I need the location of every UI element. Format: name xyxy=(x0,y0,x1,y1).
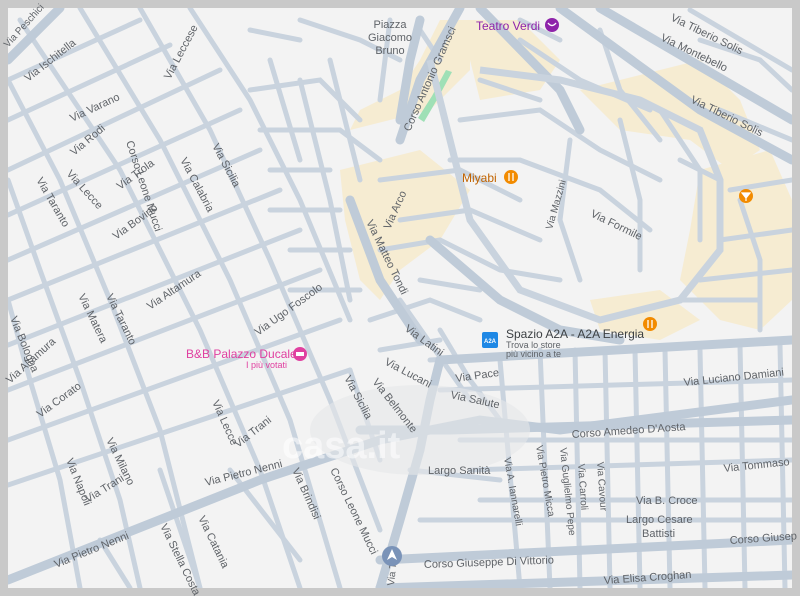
location-marker[interactable] xyxy=(382,546,402,566)
largo-sanita-label: Largo Sanità xyxy=(428,465,491,477)
poi-sublabel: Trova lo store più vicino a te xyxy=(506,340,561,359)
poi-label: B&B Palazzo Ducale xyxy=(186,347,297,361)
svg-text:A2A: A2A xyxy=(484,339,497,345)
poi-sublabel: I più votati xyxy=(246,360,287,370)
restaurant-icon xyxy=(643,317,657,331)
poi-restaurant-2[interactable] xyxy=(643,317,657,331)
watermark-text: casa.it xyxy=(282,425,401,467)
street-label: Via B. Croce xyxy=(636,495,698,507)
poi-label: Teatro Verdi xyxy=(476,19,540,33)
watermark: casa.it xyxy=(282,425,401,467)
map-canvas[interactable]: Via Peschici Via Ischitella Via Varano V… xyxy=(0,0,800,596)
poi-miyabi[interactable]: Miyabi xyxy=(462,170,518,185)
poi-bar[interactable] xyxy=(739,189,753,203)
poi-label: Miyabi xyxy=(462,171,497,185)
poi-label: Spazio A2A - A2A Energia xyxy=(506,327,644,341)
restaurant-icon xyxy=(504,170,518,184)
